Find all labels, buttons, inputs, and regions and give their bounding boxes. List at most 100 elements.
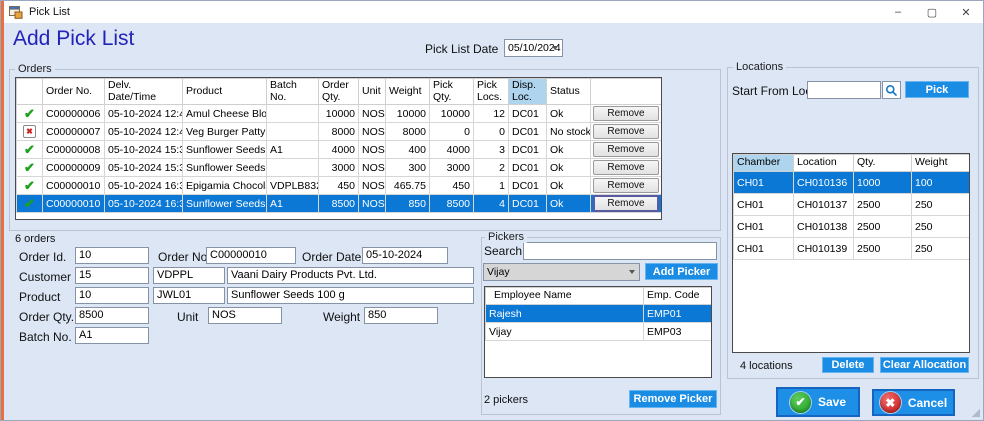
- pickers-table: Employee Name Emp. Code RajeshEMP01Vijay…: [484, 286, 712, 378]
- order-cell-unit: NOS: [359, 123, 386, 141]
- add-picker-button[interactable]: Add Picker: [645, 263, 718, 280]
- remove-order-button[interactable]: Remove: [593, 178, 659, 193]
- order-cell-pick_qty: 450: [430, 177, 474, 195]
- pick-button[interactable]: Pick: [905, 81, 969, 98]
- order-row-status-cell: ✔: [17, 177, 43, 195]
- product-id-field[interactable]: 10: [75, 287, 149, 304]
- order-cell-status: Ok: [547, 195, 591, 213]
- order-cell-disp_loc: DC01: [509, 141, 547, 159]
- search-icon: [885, 84, 898, 97]
- order-cell-delv: 05-10-2024 12:46: [105, 105, 183, 123]
- order-cell-pick_qty: 8500: [430, 195, 474, 213]
- order-id-field[interactable]: 10: [75, 247, 149, 264]
- orders-col-unit[interactable]: Unit: [359, 79, 386, 105]
- order-row-status-cell: ✔: [17, 159, 43, 177]
- pickers-col-name[interactable]: Employee Name: [486, 288, 644, 305]
- minimize-icon[interactable]: –: [881, 1, 915, 23]
- order-row[interactable]: ✔C0000001005-10-2024 16:34Sunflower Seed…: [17, 195, 662, 213]
- orders-col-select[interactable]: [17, 79, 43, 105]
- cancel-button[interactable]: ✖ Cancel: [872, 389, 955, 416]
- order-date-field[interactable]: 05-10-2024: [362, 247, 448, 264]
- product-name-field[interactable]: Sunflower Seeds 100 g: [227, 287, 474, 304]
- remove-order-button[interactable]: Remove: [593, 124, 659, 139]
- order-cell-status: Ok: [547, 177, 591, 195]
- location-cell-weight: 250: [912, 216, 970, 238]
- locations-col-weight[interactable]: Weight: [912, 155, 970, 172]
- customer-code-field[interactable]: VDPPL: [153, 267, 225, 284]
- orders-col-delv[interactable]: Delv. Date/Time: [105, 79, 183, 105]
- picker-row[interactable]: VijayEMP03: [486, 323, 712, 341]
- orders-col-weight[interactable]: Weight: [386, 79, 430, 105]
- location-row[interactable]: CH01CH0101372500250: [734, 194, 970, 216]
- order-row[interactable]: ✔C0000000905-10-2024 15:33Sunflower Seed…: [17, 159, 662, 177]
- order-row[interactable]: ✔C0000000805-10-2024 15:32Sunflower Seed…: [17, 141, 662, 159]
- pick-list-date-select[interactable]: 05/10/2024: [504, 39, 563, 57]
- order-cell-status: Ok: [547, 105, 591, 123]
- order-remove-cell: Remove: [591, 141, 662, 159]
- resize-grip[interactable]: [972, 409, 980, 417]
- titlebar: Pick List – ▢ ✕: [1, 1, 983, 23]
- remove-order-button[interactable]: Remove: [593, 160, 659, 175]
- orders-col-pick-qty[interactable]: Pick Qty.: [430, 79, 474, 105]
- location-search-button[interactable]: [882, 81, 901, 99]
- start-from-loc-input[interactable]: [807, 81, 881, 99]
- location-row[interactable]: CH01CH0101392500250: [734, 238, 970, 260]
- orders-col-remove: [591, 79, 662, 105]
- order-row-status-cell: ✖: [17, 123, 43, 141]
- order-cell-delv: 05-10-2024 15:33: [105, 159, 183, 177]
- pickers-table-body: RajeshEMP01VijayEMP03: [486, 305, 712, 341]
- weight-label: Weight: [323, 310, 360, 324]
- order-cell-order_qty: 450: [319, 177, 359, 195]
- orders-col-order-qty[interactable]: Order Qty.: [319, 79, 359, 105]
- order-row[interactable]: ✔C0000000605-10-2024 12:46Amul Cheese Bl…: [17, 105, 662, 123]
- orders-col-disp-loc[interactable]: Disp. Loc.: [509, 79, 547, 105]
- close-icon[interactable]: ✕: [949, 1, 983, 23]
- save-button[interactable]: ✔ Save: [776, 387, 860, 417]
- order-row[interactable]: ✔C0000001005-10-2024 16:34Epigamia Choco…: [17, 177, 662, 195]
- unit-field[interactable]: NOS: [208, 307, 282, 324]
- location-row[interactable]: CH01CH0101382500250: [734, 216, 970, 238]
- remove-order-button[interactable]: Remove: [593, 142, 659, 157]
- pickers-col-code[interactable]: Emp. Code: [644, 288, 712, 305]
- remove-picker-button[interactable]: Remove Picker: [629, 390, 717, 408]
- locations-col-location[interactable]: Location: [794, 155, 854, 172]
- clear-allocation-button[interactable]: Clear Allocation: [880, 357, 969, 373]
- delete-button[interactable]: Delete: [822, 357, 874, 373]
- order-row-status-cell: ✔: [17, 195, 43, 213]
- remove-order-button[interactable]: Remove: [593, 195, 659, 212]
- order-no-field[interactable]: C00000010: [206, 247, 296, 264]
- orders-col-batch[interactable]: Batch No.: [267, 79, 319, 105]
- orders-col-status[interactable]: Status: [547, 79, 591, 105]
- orders-col-order-no[interactable]: Order No.: [43, 79, 105, 105]
- locations-col-chamber[interactable]: Chamber: [734, 155, 794, 172]
- location-row[interactable]: CH01CH0101361000100: [734, 172, 970, 194]
- batch-no-label: Batch No.: [19, 330, 72, 344]
- order-qty-field[interactable]: 8500: [75, 307, 149, 324]
- picker-row[interactable]: RajeshEMP01: [486, 305, 712, 323]
- order-cell-pick_locs: 4: [474, 195, 509, 213]
- remove-order-button[interactable]: Remove: [593, 106, 659, 121]
- locations-col-qty[interactable]: Qty.: [854, 155, 912, 172]
- order-cell-order_no: C00000008: [43, 141, 105, 159]
- picker-cell-code: EMP03: [644, 323, 712, 341]
- weight-field[interactable]: 850: [364, 307, 438, 324]
- picker-cell-name: Vijay: [486, 323, 644, 341]
- maximize-icon[interactable]: ▢: [915, 1, 949, 23]
- picker-search-input[interactable]: [523, 242, 717, 260]
- order-cell-disp_loc: DC01: [509, 123, 547, 141]
- order-cell-batch: [267, 159, 319, 177]
- customer-name-field[interactable]: Vaani Dairy Products Pvt. Ltd.: [227, 267, 474, 284]
- order-row[interactable]: ✖C0000000705-10-2024 12:47Veg Burger Pat…: [17, 123, 662, 141]
- order-cell-weight: 850: [386, 195, 430, 213]
- check-icon: ✔: [24, 178, 35, 193]
- order-cell-order_qty: 10000: [319, 105, 359, 123]
- picker-select[interactable]: Vijay: [483, 263, 640, 281]
- orders-col-pick-locs[interactable]: Pick Locs.: [474, 79, 509, 105]
- orders-col-product[interactable]: Product: [183, 79, 267, 105]
- order-cell-unit: NOS: [359, 177, 386, 195]
- product-code-field[interactable]: JWL01: [153, 287, 225, 304]
- order-cell-order_qty: 8500: [319, 195, 359, 213]
- batch-no-field[interactable]: A1: [75, 327, 149, 344]
- customer-id-field[interactable]: 15: [75, 267, 149, 284]
- picker-cell-code: EMP01: [644, 305, 712, 323]
